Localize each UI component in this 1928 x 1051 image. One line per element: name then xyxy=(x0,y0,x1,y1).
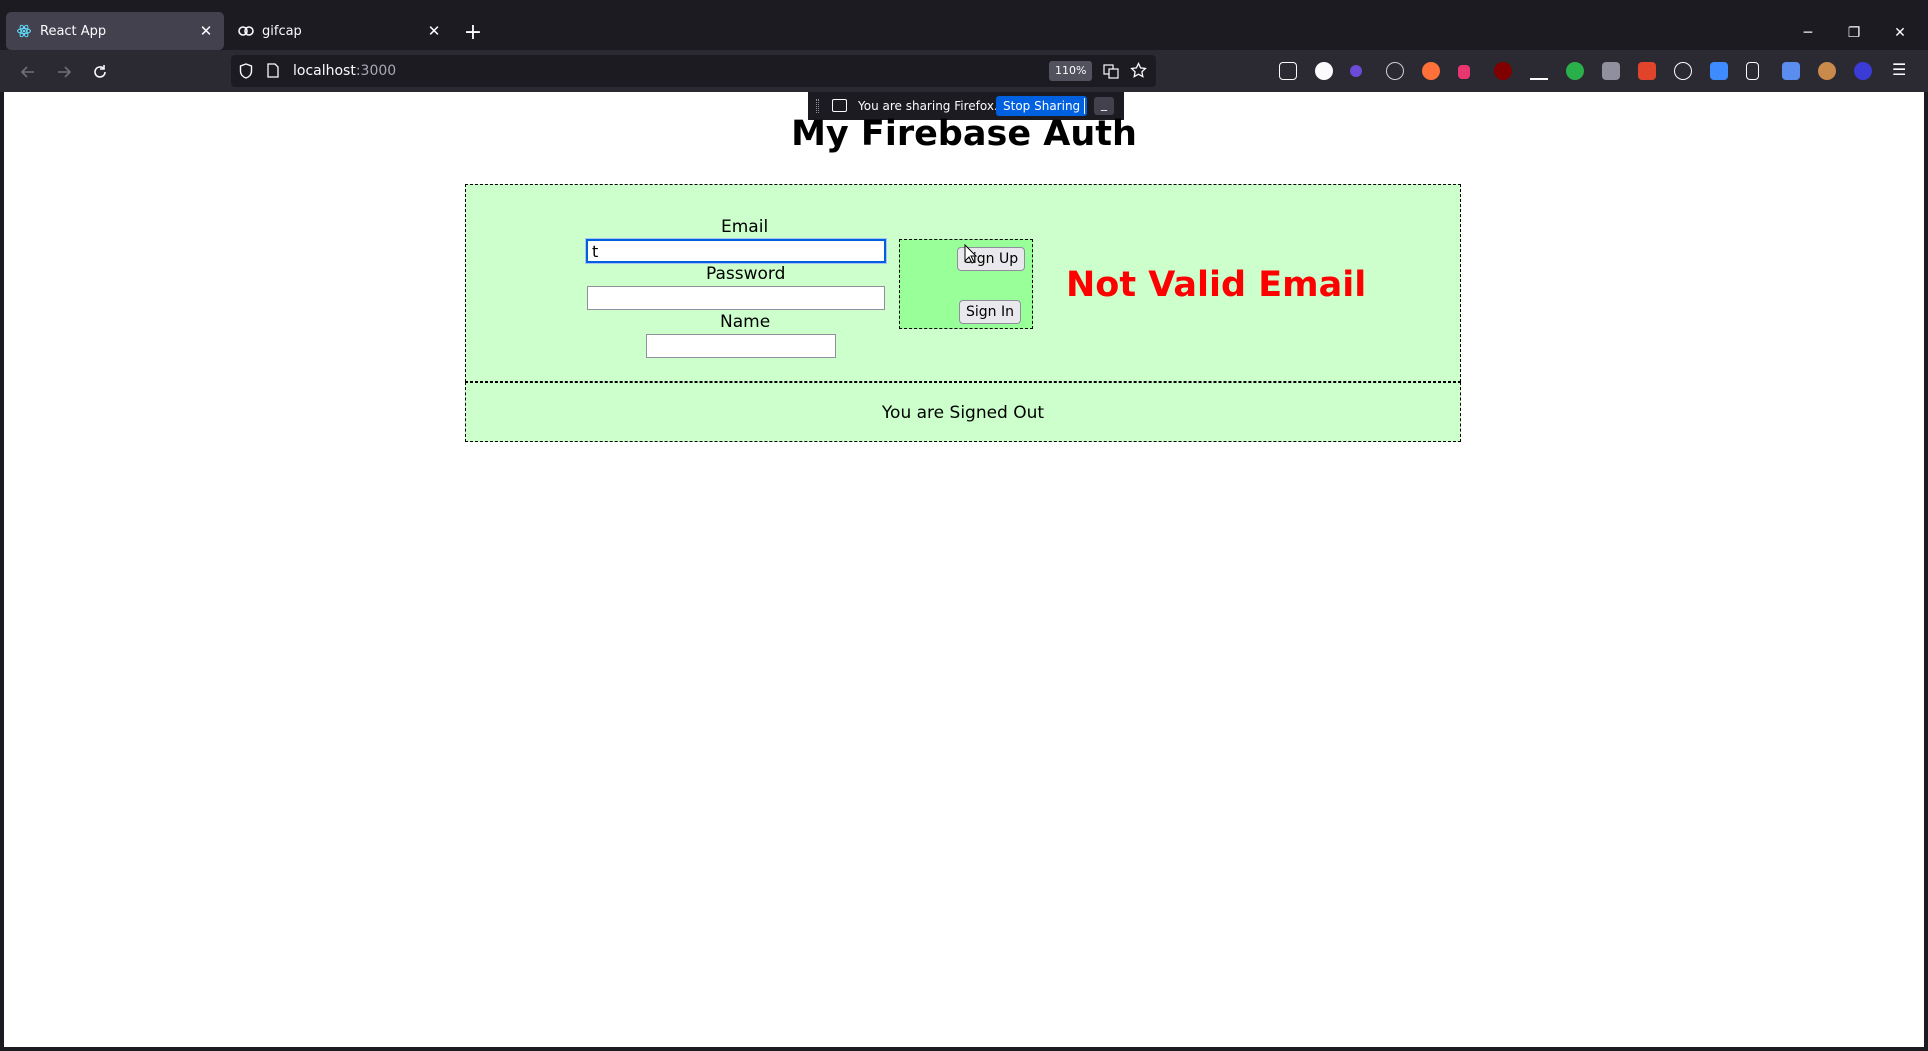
react-icon xyxy=(16,23,32,39)
tab-react-app[interactable]: React App ✕ xyxy=(6,12,224,50)
password-label: Password xyxy=(706,264,786,284)
email-input[interactable]: t xyxy=(585,238,887,264)
bookmark-star-icon[interactable] xyxy=(1130,61,1147,83)
extension-icon[interactable] xyxy=(1350,65,1362,77)
translate-icon[interactable] xyxy=(1103,63,1119,83)
close-window-icon[interactable]: ✕ xyxy=(1878,18,1922,48)
name-label: Name xyxy=(720,312,771,332)
navigation-bar: localhost:3000 110% ☰ xyxy=(0,50,1928,92)
auth-status-text: You are Signed Out xyxy=(881,403,1045,423)
stop-sharing-button[interactable]: Stop Sharing xyxy=(996,96,1088,116)
extension-cookie-icon[interactable] xyxy=(1818,62,1836,80)
extension-red-icon[interactable] xyxy=(1638,62,1656,80)
password-input[interactable] xyxy=(587,286,885,310)
tab-label: gifcap xyxy=(262,23,302,39)
close-tab-icon[interactable]: ✕ xyxy=(194,19,218,43)
ublock-icon[interactable] xyxy=(1494,62,1512,80)
evernote-icon[interactable] xyxy=(1566,62,1584,80)
back-icon[interactable] xyxy=(14,58,42,86)
gifcap-icon xyxy=(238,23,254,39)
new-tab-button[interactable]: + xyxy=(461,22,485,46)
extension-db-icon[interactable] xyxy=(1674,62,1692,80)
extension-pink-icon[interactable] xyxy=(1458,65,1470,79)
restore-window-icon[interactable]: ❐ xyxy=(1832,18,1876,48)
mouse-cursor-icon xyxy=(964,244,978,264)
extension-mountain-icon[interactable] xyxy=(1530,62,1548,80)
tab-bar: React App ✕ gifcap ✕ + ─ ❐ ✕ xyxy=(0,6,1928,50)
extension-translate-icon[interactable] xyxy=(1710,62,1728,80)
extension-orange-icon[interactable] xyxy=(1422,62,1440,80)
zoom-level[interactable]: 110% xyxy=(1049,61,1093,81)
share-screen-icon xyxy=(832,99,847,112)
sign-in-button[interactable]: Sign In xyxy=(959,300,1021,324)
extension-blue-icon[interactable] xyxy=(1782,62,1800,80)
extension-glasses-icon[interactable] xyxy=(1386,62,1404,80)
divider xyxy=(1084,98,1085,114)
extension-k-icon[interactable] xyxy=(1602,62,1620,80)
page-title: My Firebase Auth xyxy=(791,114,1137,154)
tab-label: React App xyxy=(40,23,107,39)
address-bar[interactable]: localhost:3000 110% xyxy=(231,55,1156,87)
pocket-icon[interactable] xyxy=(1279,62,1297,80)
page-info-icon[interactable] xyxy=(267,63,279,82)
url-text: localhost:3000 xyxy=(293,63,397,79)
extension-d-icon[interactable] xyxy=(1315,62,1333,80)
status-panel: You are Signed Out xyxy=(465,382,1461,442)
drag-handle-icon[interactable] xyxy=(816,99,819,113)
email-label: Email xyxy=(721,217,769,237)
page-viewport: You are sharing Firefox. Stop Sharing _ … xyxy=(4,92,1924,1047)
tab-gifcap[interactable]: gifcap ✕ xyxy=(228,12,452,50)
extension-doc-icon[interactable] xyxy=(1746,62,1759,80)
extension-circle-icon[interactable] xyxy=(1854,62,1872,80)
shield-icon[interactable] xyxy=(239,63,253,83)
sharing-text: You are sharing Firefox. xyxy=(858,99,998,113)
auth-panel: Email t Password Name Sign Up Sign In No… xyxy=(465,184,1461,382)
forward-icon[interactable] xyxy=(50,58,78,86)
minimize-window-icon[interactable]: ─ xyxy=(1786,18,1830,48)
menu-icon[interactable]: ☰ xyxy=(1892,60,1906,79)
browser-window: React App ✕ gifcap ✕ + ─ ❐ ✕ localhost:3… xyxy=(0,0,1928,1051)
error-message: Not Valid Email xyxy=(1066,265,1367,305)
reload-icon[interactable] xyxy=(86,58,114,86)
name-input[interactable] xyxy=(646,334,836,358)
minimize-indicator-button[interactable]: _ xyxy=(1094,97,1114,115)
close-tab-icon[interactable]: ✕ xyxy=(422,19,446,43)
